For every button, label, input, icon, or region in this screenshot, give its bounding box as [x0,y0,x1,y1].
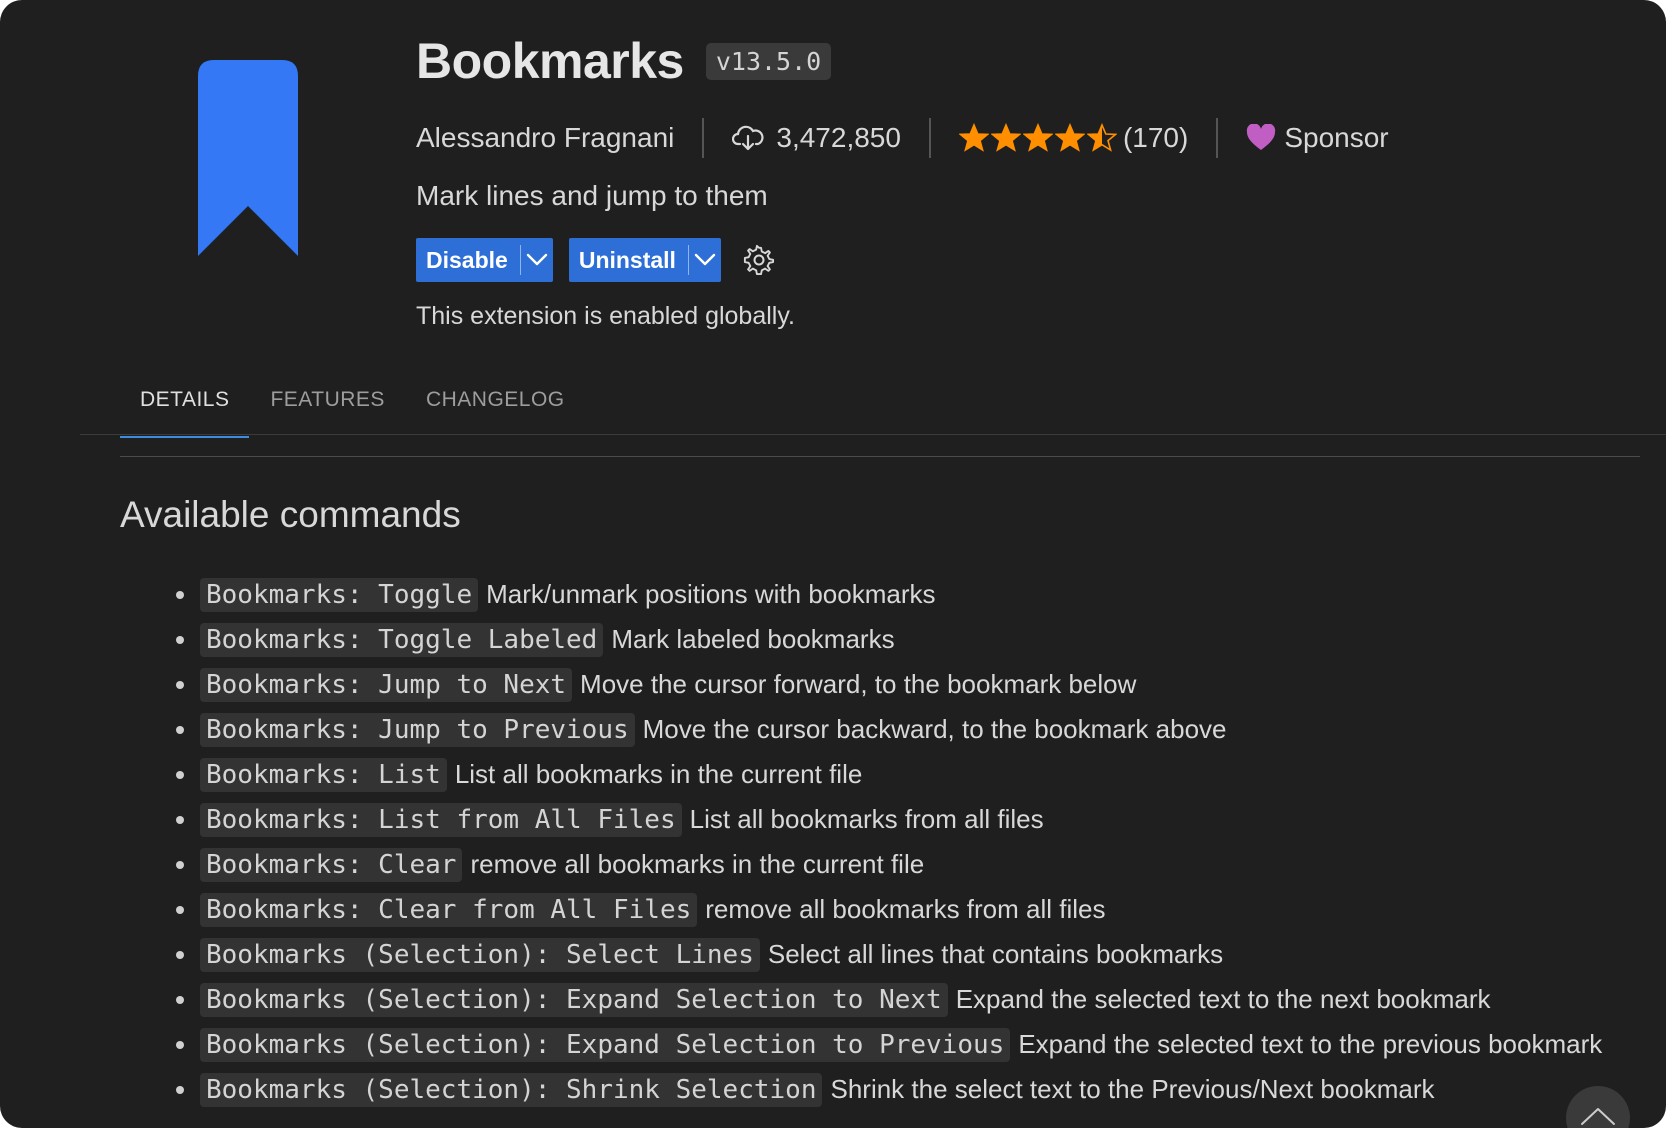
command-list: Bookmarks: Toggle Mark/unmark positions w… [120,572,1602,1112]
rating-stars [958,123,1119,153]
list-item: Bookmarks (Selection): Shrink Selection S… [120,1067,1602,1112]
tab-bar-border [80,434,1666,435]
disable-button[interactable]: Disable [416,238,553,282]
star-icon [958,123,989,152]
disable-dropdown-button[interactable] [521,238,553,282]
star-icon [1054,123,1085,152]
meta-row: Alessandro Fragnani 3,472,850 (170) Spon… [416,118,1626,158]
bullet [176,995,184,1004]
disable-button-label: Disable [426,246,508,273]
sponsor-label: Sponsor [1284,122,1389,153]
bookmark-icon [198,60,298,256]
command-description: remove all bookmarks from all files [705,894,1106,924]
bullet [176,815,184,824]
sponsor-link[interactable]: Sponsor [1246,122,1389,154]
content-divider [120,456,1640,457]
command-description: List all bookmarks in the current file [454,759,863,789]
heart-icon [1247,124,1276,150]
list-item: Bookmarks: Clear remove all bookmarks in … [120,842,1602,887]
bullet [176,770,184,779]
install-count: 3,472,850 [732,122,901,154]
extension-header: Bookmarks v13.5.0 Alessandro Fragnani 3,… [416,28,1626,331]
cloud-download-icon [732,125,764,151]
command-code: Bookmarks (Selection): Shrink Selection [200,1072,823,1107]
bullet [176,635,184,644]
bullet [176,1040,184,1049]
command-description: Shrink the select text to the Previous/N… [830,1074,1435,1104]
extension-description: Mark lines and jump to them [416,180,768,211]
bullet [176,680,184,689]
command-code: Bookmarks: Toggle Labeled [200,622,604,657]
uninstall-button[interactable]: Uninstall [568,238,721,282]
gear-icon[interactable] [743,244,775,276]
uninstall-button-label: Uninstall [578,246,676,273]
command-description: Move the cursor forward, to the bookmark… [580,669,1137,699]
list-item: Bookmarks (Selection): Select Lines Selec… [120,932,1602,977]
bullet [176,860,184,869]
section-title: Available commands [120,494,461,535]
command-description: Mark labeled bookmarks [611,624,895,654]
version-badge: v13.5.0 [705,42,832,80]
chevron-up-icon [1581,1108,1615,1125]
install-count-value: 3,472,850 [776,122,901,153]
meta-separator [1216,118,1219,158]
star-icon [990,123,1021,152]
publisher-link[interactable]: Alessandro Fragnani [416,122,674,154]
meta-separator [702,118,705,158]
bullet [176,725,184,734]
list-item: Bookmarks (Selection): Expand Selection … [120,977,1602,1022]
list-item: Bookmarks: List from All Files List all b… [120,797,1602,842]
list-item: Bookmarks: Toggle Mark/unmark positions w… [120,572,1602,617]
bullet [176,1085,184,1094]
command-code: Bookmarks: Toggle [200,577,479,612]
command-code: Bookmarks: List [200,757,447,792]
extension-name: Bookmarks [416,33,684,89]
command-code: Bookmarks (Selection): Expand Selection … [200,1027,1011,1062]
status-message: This extension is enabled globally. [416,302,795,330]
command-code: Bookmarks (Selection): Expand Selection … [200,982,948,1017]
command-code: Bookmarks: Jump to Next [200,667,573,702]
tab-bar: DETAILS FEATURES CHANGELOG [120,380,586,438]
uninstall-dropdown-button[interactable] [689,238,721,282]
action-bar: Disable Uninstall [416,238,1626,282]
list-item: Bookmarks: Jump to Previous Move the curs… [120,707,1602,752]
list-item: Bookmarks: Jump to Next Move the cursor f… [120,662,1602,707]
command-description: Expand the selected text to the previous… [1018,1029,1603,1059]
command-description: List all bookmarks from all files [689,804,1044,834]
command-code: Bookmarks: Jump to Previous [200,712,635,747]
command-description: Expand the selected text to the next boo… [955,984,1491,1014]
bullet [176,590,184,599]
command-description: remove all bookmarks in the current file [470,849,925,879]
chevron-down-icon [526,253,548,266]
list-item: Bookmarks: Clear from All Files remove al… [120,887,1602,932]
list-item: Bookmarks: List List all bookmarks in the… [120,752,1602,797]
command-code: Bookmarks: Clear [200,847,463,882]
bullet [176,905,184,914]
chevron-down-icon [694,253,716,266]
command-code: Bookmarks (Selection): Select Lines [200,937,760,972]
command-code: Bookmarks: Clear from All Files [200,892,698,927]
list-item: Bookmarks: Toggle Labeled Mark labeled bo… [120,617,1602,662]
command-description: Move the cursor backward, to the bookmar… [642,714,1227,744]
title-row: Bookmarks v13.5.0 [416,28,1626,94]
meta-separator [928,118,931,158]
star-icon [1022,123,1053,152]
bullet [176,950,184,959]
command-description: Mark/unmark positions with bookmarks [486,579,936,609]
command-description: Select all lines that contains bookmarks [767,939,1224,969]
command-code: Bookmarks: List from All Files [200,802,682,837]
tab-features[interactable]: FEATURES [250,380,404,430]
tab-changelog[interactable]: CHANGELOG [406,380,585,430]
list-item: Bookmarks (Selection): Expand Selection … [120,1022,1602,1067]
star-icon [1086,123,1117,152]
rating-count: (170) [1122,122,1189,153]
extension-details-window: Bookmarks v13.5.0 Alessandro Fragnani 3,… [0,0,1666,1128]
tab-details[interactable]: DETAILS [120,380,250,438]
rating[interactable]: (170) [958,122,1189,154]
